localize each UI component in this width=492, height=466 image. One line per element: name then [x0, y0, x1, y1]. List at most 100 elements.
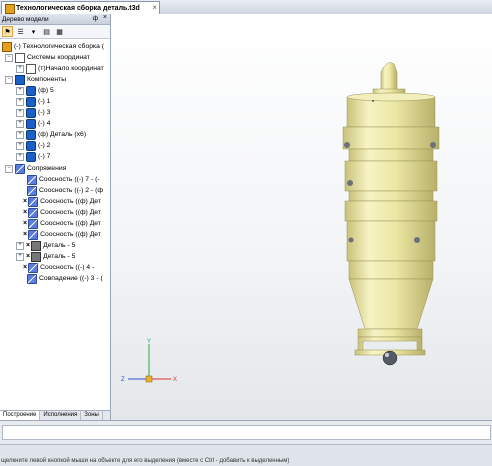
- coaxial-icon: [27, 185, 37, 196]
- tree-mate-item[interactable]: × Соосность ((-) 4 -: [23, 262, 94, 273]
- panel-close-icon[interactable]: ×: [103, 14, 107, 21]
- detail-icon: [31, 240, 42, 251]
- assembly-icon: [2, 41, 12, 52]
- model-tree-panel: Дерево модели ф × ⚑ ☰ ▾ ▤ ▦ (-) Технолог…: [0, 14, 111, 420]
- tree-root[interactable]: (-) Технологическая сборка (: [2, 41, 104, 52]
- tree-component-item[interactable]: + (-) 1: [16, 96, 50, 107]
- component-label: (-) 2: [38, 142, 51, 149]
- error-icon: ×: [23, 231, 28, 238]
- error-icon: ×: [26, 242, 31, 249]
- mate-label: Соосность ((ф) Дет: [40, 209, 101, 216]
- part-icon: [26, 140, 36, 151]
- properties-button[interactable]: ▦: [54, 26, 65, 37]
- tree-component-item[interactable]: + (-) 2: [16, 140, 50, 151]
- part-icon: [26, 118, 36, 129]
- dropdown-arrow-icon[interactable]: ▾: [28, 26, 39, 37]
- tree-mate-item[interactable]: Соосность ((-) 7 - (-: [27, 174, 100, 185]
- tree-coord-systems-label: Системы координат: [27, 54, 90, 61]
- tree-mates[interactable]: − Сопряжения: [5, 163, 66, 174]
- expand-icon[interactable]: +: [16, 108, 24, 117]
- z-axis-label: Z: [121, 377, 125, 383]
- tab-build[interactable]: Построение: [0, 411, 41, 420]
- document-tab-title: Технологическая сборка деталь.t3d: [16, 4, 140, 12]
- mate-label: Совпадение ((-) 3 - (: [39, 275, 103, 282]
- tree-root-label: (-) Технологическая сборка (: [14, 43, 105, 50]
- expand-icon[interactable]: +: [16, 152, 24, 161]
- tree-origin-label: (т)Начало координат: [38, 65, 104, 72]
- tree-components[interactable]: − Компоненты: [5, 74, 66, 85]
- part-icon: [26, 129, 36, 140]
- tree-mate-item[interactable]: + × Деталь - 5: [16, 240, 75, 251]
- error-icon: ×: [26, 253, 31, 260]
- tree-mate-item[interactable]: × Соосность ((ф) Дет: [23, 218, 101, 229]
- mate-label: Деталь - 5: [43, 242, 76, 249]
- coaxial-icon: [28, 207, 39, 218]
- tree-mate-item[interactable]: Соосность ((-) 2 - (ф: [27, 185, 103, 196]
- mate-label: Соосность ((-) 2 - (ф: [39, 187, 103, 194]
- tree-component-item[interactable]: + (-) 3: [16, 107, 50, 118]
- tree-mate-item[interactable]: × Соосность ((ф) Дет: [23, 229, 101, 240]
- expand-icon[interactable]: +: [16, 241, 24, 250]
- tab-zones[interactable]: Зоны: [81, 411, 103, 420]
- command-input[interactable]: [2, 425, 491, 440]
- mate-label: Соосность ((ф) Дет: [40, 231, 101, 238]
- coordinate-system-icon: [15, 52, 25, 63]
- pin-icon[interactable]: ф: [93, 15, 98, 22]
- mates-icon: [15, 163, 25, 174]
- tree-component-item[interactable]: + (-) 7: [16, 151, 50, 162]
- panel-toolbar: ⚑ ☰ ▾ ▤ ▦: [0, 25, 110, 39]
- tree-origin[interactable]: + (т)Начало координат: [16, 63, 104, 74]
- error-icon: ×: [23, 220, 28, 227]
- mate-label: Деталь - 5: [43, 253, 76, 260]
- expand-icon[interactable]: +: [16, 64, 24, 73]
- expand-icon[interactable]: +: [16, 252, 24, 261]
- list-view-button[interactable]: ☰: [15, 26, 26, 37]
- mate-label: Соосность ((ф) Дет: [40, 198, 101, 205]
- component-label: (-) 3: [38, 109, 51, 116]
- tree-component-item[interactable]: + (ф) 5: [16, 85, 54, 96]
- coaxial-icon: [27, 174, 37, 185]
- tree-mate-item[interactable]: + × Деталь - 5: [16, 251, 75, 262]
- coaxial-icon: [28, 196, 39, 207]
- coincidence-icon: [27, 273, 37, 284]
- status-bar: щелкните левой кнопкой мыши на объекте д…: [0, 444, 492, 466]
- error-icon: ×: [23, 198, 28, 205]
- 3d-viewport[interactable]: Y X Z: [111, 14, 492, 420]
- assembly-icon: [5, 4, 15, 14]
- tree-mate-item[interactable]: × Соосность ((ф) Дет: [23, 196, 101, 207]
- expand-icon[interactable]: +: [16, 141, 24, 150]
- component-label: (-) 7: [38, 153, 51, 160]
- collapse-icon[interactable]: −: [5, 75, 13, 84]
- y-axis-label: Y: [147, 339, 151, 345]
- tree-components-label: Компоненты: [27, 76, 67, 83]
- model-tree: (-) Технологическая сборка ( − Системы к…: [0, 39, 110, 396]
- tree-component-item[interactable]: + (ф) Деталь (х6): [16, 129, 86, 140]
- expand-icon[interactable]: +: [16, 119, 24, 128]
- detail-icon: [31, 251, 42, 262]
- panel-tabs: Построение Исполнения Зоны: [0, 410, 110, 420]
- collapse-icon[interactable]: −: [5, 164, 13, 173]
- document-tab-bar: Технологическая сборка деталь.t3d ×: [0, 0, 492, 15]
- part-icon: [26, 107, 36, 118]
- mate-label: Соосность ((-) 7 - (-: [39, 176, 100, 183]
- part-icon: [26, 96, 36, 107]
- tab-versions[interactable]: Исполнения: [40, 411, 82, 420]
- mate-label: Соосность ((-) 4 -: [40, 264, 95, 271]
- expand-icon[interactable]: +: [16, 86, 24, 95]
- document-tab[interactable]: Технологическая сборка деталь.t3d ×: [1, 1, 160, 14]
- tree-component-item[interactable]: + (-) 4: [16, 118, 50, 129]
- close-icon[interactable]: ×: [152, 3, 157, 12]
- tree-mate-item[interactable]: Совпадение ((-) 3 - (: [27, 273, 103, 284]
- tree-coord-systems[interactable]: − Системы координат: [5, 52, 90, 63]
- component-label: (ф) 5: [38, 87, 54, 94]
- tree-mate-item[interactable]: × Соосность ((ф) Дет: [23, 207, 101, 218]
- expand-icon[interactable]: +: [16, 130, 24, 139]
- component-label: (-) 4: [38, 120, 51, 127]
- origin-icon: [26, 63, 36, 74]
- mate-label: Соосность ((ф) Дет: [40, 220, 101, 227]
- expand-icon[interactable]: +: [16, 97, 24, 106]
- tree-view-button[interactable]: ⚑: [2, 26, 13, 37]
- filter-button[interactable]: ▤: [41, 26, 52, 37]
- axis-triad: Y X Z: [121, 339, 177, 383]
- collapse-icon[interactable]: −: [5, 53, 13, 62]
